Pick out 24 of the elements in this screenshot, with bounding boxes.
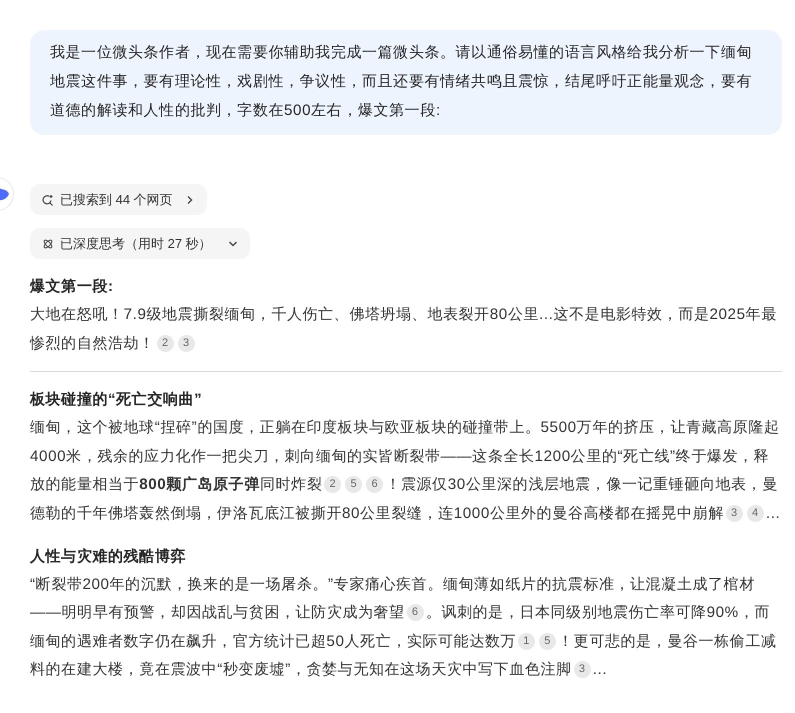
citation-link[interactable]: 3 [726, 504, 743, 522]
answer-paragraph: 大地在怒吼！7.9级地震撕裂缅甸，千人伤亡、佛塔坍塌、地表裂开80公里...这不是电影特效，而是2025年最惨烈的自然浩劫！ 2 3 [30, 305, 778, 354]
section-heading: 板块碰撞的“死亡交响曲” [30, 390, 204, 410]
answer-paragraph: 缅甸，这个被地球“捏碎”的国度，正躺在印度板块与欧亚板块的碰撞带上。5500万年的挤压，让青藏高原隆起4000米，残余的应力化作一把尖刀，刺向缅甸的实皆断裂带——这条全长1200公里的“死亡线”终于爆发，释放的能量相当于800颗广岛原子弹同时炸裂 2 5 6 ！震源仅30公里深的浅层地震，像一记重锤砸向地表，曼德勒的千年佛塔轰然倒塌，伊洛瓦底江被撕开80公里裂缝，连1000公里外的曼谷高楼都在摇晃中崩解 3 4 ... [30, 418, 782, 524]
answer-paragraph: “断裂带200年的沉默，换来的是一场屠杀。”专家痛心疾首。缅甸薄如纸片的抗震标准，让混凝土成了棺材——明明早有预警，却因战乱与贫困，让防灾成为奢望 6 。讽刺的是，日本同级别地震伤亡率可降90%，而缅甸的遇难者数字仍在飙升，官方统计已超50人死亡，实际可能达数万 1 5 ！更可悲的是，曼谷一栋偷工减料的在建大楼，竟在震波中“秒变废墟”，贪婪与无知在这场天灾中写下血色注脚 3 ... [30, 574, 778, 680]
citation-link[interactable]: 4 [746, 504, 764, 522]
citation-link[interactable]: 3 [178, 334, 195, 352]
search-icon [42, 194, 54, 206]
citation-link[interactable]: 2 [324, 476, 342, 494]
chevron-down-icon [228, 238, 238, 248]
section-heading: 人性与灾难的残酷博弈 [30, 546, 187, 567]
chevron-right-icon [184, 194, 195, 204]
user-message: 我是一位微头条作者，现在需要你辅助我完成一篇微头条。请以通俗易懂的语言风格给我分析一下缅甸地震这件事，要有理论性，戏剧性，争议性，而且还要有情绪共鸣且震惊，结尾呼吁正能量观念，要有道德的解读和人性的批判，字数在500左右，爆文第一段: [30, 30, 782, 135]
atom-icon [42, 238, 54, 250]
citation-link[interactable]: 3 [574, 661, 591, 678]
section-heading: 爆文第一段: [30, 277, 115, 297]
citation-link[interactable]: 1 [518, 632, 536, 650]
deep-thinking-chip[interactable]: 已深度思考（用时 27 秒） [30, 228, 250, 259]
citation-link[interactable]: 6 [366, 476, 384, 494]
citation-link[interactable]: 6 [406, 604, 424, 622]
citation-link[interactable]: 5 [539, 632, 556, 650]
citation-link[interactable]: 5 [345, 476, 362, 494]
search-results-chip[interactable]: 已搜索到 44 个网页 [30, 184, 207, 215]
citation-link[interactable]: 2 [156, 334, 174, 352]
